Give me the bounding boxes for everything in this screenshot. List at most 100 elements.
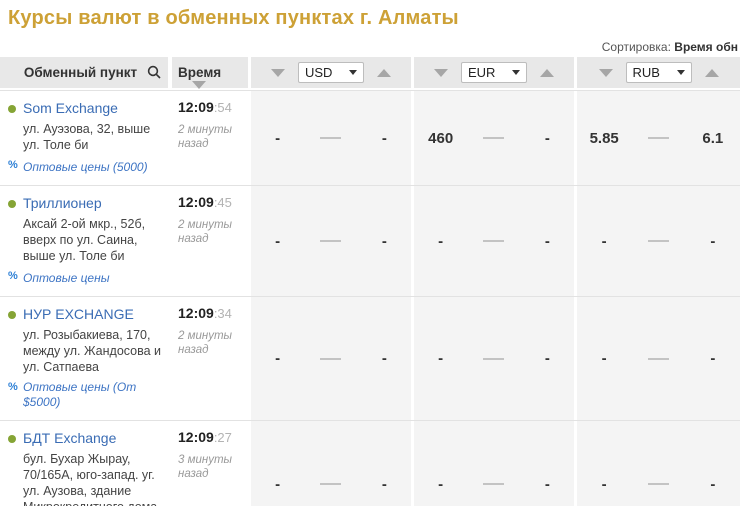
- time-value: 12:09: [178, 429, 214, 445]
- usd-buy-value: -: [251, 476, 304, 493]
- eur-buy-value: -: [414, 233, 467, 250]
- rub-currency-select[interactable]: RUB: [626, 62, 692, 83]
- status-dot: [8, 311, 16, 319]
- percent-icon: %: [8, 270, 18, 282]
- exchange-address: ул. Розыбакиева, 170, между ул. Жандосов…: [23, 327, 162, 375]
- status-dot: [8, 105, 16, 113]
- time-value: 12:09: [178, 194, 214, 210]
- time-sort-desc-icon[interactable]: [192, 81, 206, 89]
- eur-select-value: EUR: [468, 65, 495, 80]
- time-header-label: Время: [178, 65, 221, 80]
- time-value: 12:09: [178, 305, 214, 321]
- exchange-name-link[interactable]: БДТ Exchange: [23, 429, 116, 448]
- table-row: Триллионер Аксай 2-ой мкр., 52б, вверх п…: [0, 185, 740, 296]
- buy-sell-separator: [304, 137, 357, 139]
- rub-sell-value: -: [686, 476, 740, 493]
- status-dot: [8, 200, 16, 208]
- usd-sort-asc-icon[interactable]: [377, 69, 391, 77]
- eur-buy-value: -: [414, 476, 467, 493]
- rates-table: Обменный пункт Время USD EU: [0, 57, 740, 506]
- column-header-eur: EUR: [414, 57, 574, 88]
- usd-buy-value: -: [251, 233, 304, 250]
- usd-rate-cell: - -: [251, 421, 411, 506]
- status-dot: [8, 435, 16, 443]
- eur-rate-cell: - -: [414, 186, 574, 296]
- usd-sell-value: -: [358, 476, 411, 493]
- rub-sell-value: -: [686, 350, 740, 367]
- search-icon[interactable]: [147, 65, 161, 79]
- time-cell: 12:09:54 2 минуты назад: [172, 91, 248, 185]
- buy-sell-separator: [631, 240, 685, 242]
- eur-currency-select[interactable]: EUR: [461, 62, 527, 83]
- usd-rate-cell: - -: [251, 297, 411, 420]
- eur-buy-value: 460: [414, 130, 467, 147]
- eur-sort-asc-icon[interactable]: [540, 69, 554, 77]
- rub-rate-cell: - -: [577, 186, 740, 296]
- buy-sell-separator: [467, 240, 520, 242]
- column-header-time[interactable]: Время: [172, 57, 248, 88]
- exchange-info-cell: Som Exchange ул. Ауэзова, 32, выше ул. Т…: [0, 91, 168, 185]
- wholesale-prices-link[interactable]: Оптовые цены (От $5000): [23, 380, 162, 410]
- rub-buy-value: -: [577, 233, 631, 250]
- rub-rate-cell: - -: [577, 297, 740, 420]
- exchange-address: ул. Ауэзова, 32, выше ул. Толе би: [23, 121, 162, 153]
- buy-sell-separator: [304, 483, 357, 485]
- rub-sort-desc-icon[interactable]: [599, 69, 613, 77]
- usd-currency-select[interactable]: USD: [298, 62, 364, 83]
- buy-sell-separator: [304, 240, 357, 242]
- eur-sell-value: -: [521, 233, 574, 250]
- time-seconds: :54: [214, 100, 232, 115]
- time-seconds: :34: [214, 306, 232, 321]
- exchange-name-link[interactable]: НУР EXCHANGE: [23, 305, 134, 324]
- buy-sell-separator: [631, 358, 685, 360]
- table-header-row: Обменный пункт Время USD EU: [0, 57, 740, 88]
- eur-rate-cell: - -: [414, 297, 574, 420]
- table-row: Som Exchange ул. Ауэзова, 32, выше ул. Т…: [0, 90, 740, 185]
- time-value: 12:09: [178, 99, 214, 115]
- sorting-bar: Сортировка: Время обн: [602, 40, 738, 54]
- page: Курсы валют в обменных пунктах г. Алматы…: [0, 0, 740, 506]
- buy-sell-separator: [467, 483, 520, 485]
- exchange-info-cell: БДТ Exchange бул. Бухар Жырау, 70/165А, …: [0, 421, 168, 506]
- time-seconds: :27: [214, 430, 232, 445]
- time-ago: 2 минуты назад: [178, 123, 240, 151]
- select-caret-icon: [349, 70, 357, 75]
- column-header-usd: USD: [251, 57, 411, 88]
- usd-buy-value: -: [251, 130, 304, 147]
- percent-icon: %: [8, 381, 18, 393]
- eur-rate-cell: - -: [414, 421, 574, 506]
- usd-sort-desc-icon[interactable]: [271, 69, 285, 77]
- exchange-name-link[interactable]: Som Exchange: [23, 99, 118, 118]
- buy-sell-separator: [631, 483, 685, 485]
- wholesale-prices-link[interactable]: Оптовые цены: [23, 271, 110, 286]
- percent-icon: %: [8, 159, 18, 171]
- wholesale-prices-link[interactable]: Оптовые цены (5000): [23, 160, 148, 175]
- exchange-name-link[interactable]: Триллионер: [23, 194, 102, 213]
- sorting-label: Сортировка:: [602, 40, 671, 54]
- usd-rate-cell: - -: [251, 91, 411, 185]
- exchange-address: Аксай 2-ой мкр., 52б, вверх по ул. Саина…: [23, 216, 162, 264]
- buy-sell-separator: [467, 358, 520, 360]
- time-cell: 12:09:27 3 минуты назад: [172, 421, 248, 506]
- rub-rate-cell: - -: [577, 421, 740, 506]
- column-header-exchange-point: Обменный пункт: [0, 57, 168, 88]
- page-title: Курсы валют в обменных пунктах г. Алматы: [0, 0, 740, 30]
- eur-buy-value: -: [414, 350, 467, 367]
- rub-select-value: RUB: [633, 65, 660, 80]
- rub-sell-value: 6.1: [686, 130, 740, 147]
- rub-sell-value: -: [686, 233, 740, 250]
- usd-rate-cell: - -: [251, 186, 411, 296]
- table-row: НУР EXCHANGE ул. Розыбакиева, 170, между…: [0, 296, 740, 420]
- exchange-info-cell: Триллионер Аксай 2-ой мкр., 52б, вверх п…: [0, 186, 168, 296]
- select-caret-icon: [677, 70, 685, 75]
- exchange-info-cell: НУР EXCHANGE ул. Розыбакиева, 170, между…: [0, 297, 168, 420]
- eur-sort-desc-icon[interactable]: [434, 69, 448, 77]
- rub-sort-asc-icon[interactable]: [705, 69, 719, 77]
- sorting-value[interactable]: Время обн: [674, 40, 738, 54]
- buy-sell-separator: [304, 358, 357, 360]
- eur-sell-value: -: [521, 476, 574, 493]
- rub-rate-cell: 5.85 6.1: [577, 91, 740, 185]
- time-seconds: :45: [214, 195, 232, 210]
- eur-sell-value: -: [521, 130, 574, 147]
- time-cell: 12:09:34 2 минуты назад: [172, 297, 248, 420]
